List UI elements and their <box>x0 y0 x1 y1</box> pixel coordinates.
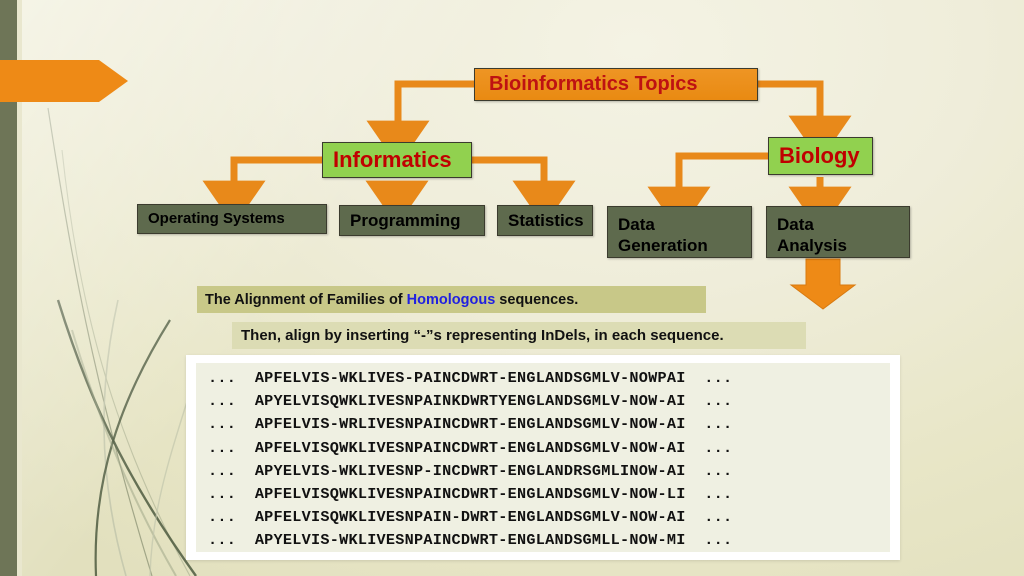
node-label: Data Analysis <box>777 215 847 256</box>
node-operating-systems[interactable]: Operating Systems <box>137 204 327 234</box>
node-label: Programming <box>350 210 461 230</box>
sequence-line: ... APFELVIS-WKLIVES-PAINCDWRT-ENGLANDSG… <box>208 369 733 387</box>
sequence-line: ... APFELVIS-WRLIVESNPAINCDWRT-ENGLANDSG… <box>208 415 733 434</box>
sequence-line: ... APYELVIS-WKLIVESNP-INCDWRT-ENGLANDRS… <box>208 461 733 480</box>
banner-text-before: The Alignment of Families of <box>205 291 407 308</box>
banner-indels-instruction: Then, align by inserting “-”s representi… <box>232 322 806 349</box>
data-analysis-down-arrow <box>789 258 857 310</box>
node-label: Informatics <box>333 147 452 172</box>
banner-text: Then, align by inserting “-”s representi… <box>241 327 724 344</box>
node-programming[interactable]: Programming <box>339 205 485 236</box>
sequence-alignment-panel: ... APFELVIS-WKLIVES-PAINCDWRT-ENGLANDSG… <box>196 363 890 552</box>
banner-text-after: sequences. <box>495 291 579 308</box>
node-label: Operating Systems <box>148 209 285 227</box>
node-bioinformatics-topics[interactable]: Bioinformatics Topics <box>474 68 758 101</box>
sequence-line: ... APFELVISQWKLIVESNPAINCDWRT-ENGLANDSG… <box>208 485 733 504</box>
node-data-generation[interactable]: Data Generation <box>607 206 752 258</box>
node-informatics[interactable]: Informatics <box>322 142 472 178</box>
sequence-line: ... APYELVIS-WKLIVESNPAINCDWRT-ENGLANDSG… <box>208 531 733 550</box>
node-label: Data Generation <box>618 215 708 256</box>
node-label: Bioinformatics Topics <box>489 73 698 95</box>
node-biology[interactable]: Biology <box>768 137 873 175</box>
node-data-analysis[interactable]: Data Analysis <box>766 206 910 258</box>
sequence-line: ... APFELVISQWKLIVESNPAIN-DWRT-ENGLANDSG… <box>208 508 733 527</box>
node-statistics[interactable]: Statistics <box>497 205 593 236</box>
sequence-line: ... APFELVISQWKLIVESNPAINCDWRT-ENGLANDSG… <box>208 438 733 457</box>
node-label: Biology <box>779 143 860 168</box>
sequence-line: ... APYELVISQWKLIVESNPAINKDWRTYENGLANDSG… <box>208 392 733 411</box>
sequence-alignment-frame: ... APFELVIS-WKLIVES-PAINCDWRT-ENGLANDSG… <box>186 355 900 560</box>
banner-text-homologous: Homologous <box>406 291 496 308</box>
node-label: Statistics <box>508 210 584 230</box>
banner-alignment-of-families: The Alignment of Families of Homologous … <box>197 286 706 313</box>
